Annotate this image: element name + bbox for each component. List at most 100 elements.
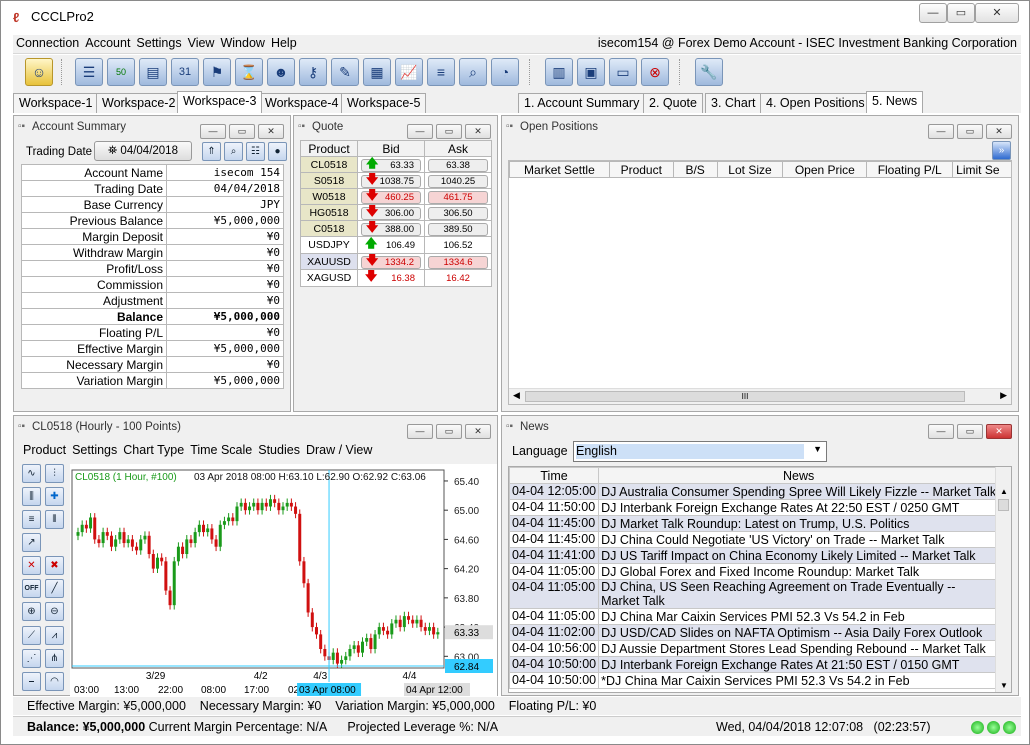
tab-open-positions[interactable]: 4. Open Positions — [760, 93, 871, 113]
panel-minimize-button[interactable]: — — [407, 424, 433, 439]
maximize-button[interactable]: ▭ — [947, 3, 975, 23]
close-window-icon[interactable]: ⊗ — [641, 58, 669, 86]
signal-icon[interactable]: ◔ — [491, 58, 519, 86]
col-news[interactable]: News — [598, 467, 1000, 484]
quote-row[interactable]: W0518 🡇 460.25 461.75 — [300, 188, 492, 205]
panel-minimize-button[interactable]: — — [200, 124, 226, 139]
news-row[interactable]: 04-04 11:05:00 DJ China Mar Caixin Servic… — [509, 608, 1000, 625]
collapse-icon[interactable]: ⇑ — [202, 142, 221, 161]
ask-button[interactable]: 106.52 — [428, 240, 488, 253]
calendar-icon[interactable]: 31 — [171, 58, 199, 86]
flag-icon[interactable]: ⚑ — [203, 58, 231, 86]
col-lot-size[interactable]: Lot Size — [716, 161, 784, 178]
menu-settings[interactable]: Settings — [133, 35, 184, 52]
layout-icon[interactable]: ▥ — [545, 58, 573, 86]
scroll-thumb[interactable] — [998, 499, 1009, 511]
bid-button[interactable]: 🡅 63.33 — [361, 158, 421, 172]
chart-menu-time-scale[interactable]: Time Scale — [187, 442, 255, 459]
ask-button[interactable]: 16.42 — [428, 273, 488, 286]
scroll-up-icon[interactable]: ▲ — [1000, 487, 1008, 496]
price-chart[interactable]: 65.4065.0064.6064.2063.8063.4063.0063.33… — [70, 464, 497, 696]
col-open-price[interactable]: Open Price — [782, 161, 868, 178]
window-icon[interactable]: ▭ — [609, 58, 637, 86]
bid-button[interactable]: 🡅 106.49 — [361, 238, 421, 253]
tab-workspace-1[interactable]: Workspace-1 — [13, 93, 99, 113]
quote-row[interactable]: CL0518 🡅 63.33 63.38 — [300, 156, 492, 173]
chart-menu-product[interactable]: Product — [20, 442, 69, 459]
draw-line-icon[interactable]: ╱ — [45, 579, 64, 598]
bid-button[interactable]: 🡇 1334.2 — [361, 255, 421, 269]
ask-button[interactable]: 1040.25 — [428, 175, 488, 188]
settings-icon[interactable]: 🔧 — [695, 58, 723, 86]
tab-news[interactable]: 5. News — [866, 91, 924, 113]
panel-close-button[interactable]: ✕ — [986, 424, 1012, 439]
chart-menu-draw-view[interactable]: Draw / View — [303, 442, 375, 459]
news-row[interactable]: 04-04 12:05:00 DJ Australia Consumer Spen… — [509, 483, 1000, 500]
quote-row[interactable]: S0518 🡇 1038.75 1040.25 — [300, 172, 492, 189]
col-limit-settle[interactable]: Limit Se — [952, 161, 1011, 178]
quote-row[interactable]: XAGUSD 🡇 16.38 16.42 — [300, 269, 492, 287]
zoom-in-icon[interactable]: ⊕ — [22, 602, 41, 621]
quote-board-icon[interactable]: 50 — [107, 58, 135, 86]
col-time[interactable]: Time — [509, 467, 600, 484]
news-row[interactable]: 04-04 10:50:00 DJ Interbank Foreign Excha… — [509, 656, 1000, 673]
panel-minimize-button[interactable]: — — [928, 424, 954, 439]
search-icon[interactable]: ⌕ — [224, 142, 243, 161]
close-button[interactable]: ✕ — [975, 3, 1019, 23]
pin-icon[interactable]: ▫▪ — [18, 116, 25, 138]
zoom-out-icon[interactable]: ⊖ — [45, 602, 64, 621]
news-row[interactable]: 04-04 11:41:00 DJ US Tariff Impact on Chi… — [509, 547, 1000, 564]
panel-restore-button[interactable]: ▭ — [957, 124, 983, 139]
vertical-scrollbar[interactable]: ▲ ▼ — [995, 467, 1011, 692]
col-ask[interactable]: Ask — [424, 140, 492, 157]
bid-button[interactable]: 🡇 306.00 — [361, 206, 421, 220]
save-layout-icon[interactable]: ▣ — [577, 58, 605, 86]
bid-button[interactable]: 🡇 388.00 — [361, 222, 421, 236]
fib-icon[interactable]: ⋰ — [22, 649, 41, 668]
panel-close-button[interactable]: ✕ — [465, 424, 491, 439]
menu-view[interactable]: View — [185, 35, 218, 52]
menu-help[interactable]: Help — [268, 35, 300, 52]
document-icon[interactable]: ≡ — [427, 58, 455, 86]
col-product[interactable]: Product — [608, 161, 674, 178]
tab-chart[interactable]: 3. Chart — [705, 93, 762, 113]
panel-restore-button[interactable]: ▭ — [957, 424, 983, 439]
chart-menu-chart-type[interactable]: Chart Type — [120, 442, 187, 459]
bid-button[interactable]: 🡇 1038.75 — [361, 174, 421, 188]
scroll-left-icon[interactable]: ◀ — [513, 390, 520, 401]
grid-h-icon[interactable]: ≡ — [22, 510, 41, 529]
offset-icon[interactable]: OFF — [22, 579, 41, 598]
quote-row[interactable]: HG0518 🡇 306.00 306.50 — [300, 204, 492, 221]
ruler-icon[interactable]: ⎯ — [22, 672, 41, 691]
col-product[interactable]: Product — [300, 140, 358, 157]
trading-date-button[interactable]: ⛯ 04/04/2018 — [94, 141, 192, 161]
horizontal-scrollbar[interactable]: ◀ III ▶ — [509, 388, 1011, 404]
group-icon[interactable]: ☷ — [246, 142, 265, 161]
ask-button[interactable]: 389.50 — [428, 223, 488, 236]
trendline-icon[interactable]: ⟋ — [22, 626, 41, 645]
chart-icon[interactable]: 📈 — [395, 58, 423, 86]
pin-icon[interactable]: ▫▪ — [298, 116, 305, 138]
col-market-settle[interactable]: Market Settle — [509, 161, 610, 178]
panel-close-button[interactable]: ✕ — [258, 124, 284, 139]
news-row[interactable]: 04-04 10:50:00 *DJ China Mar Caixin Servi… — [509, 672, 1000, 689]
tab-workspace-3[interactable]: Workspace-3 — [177, 91, 263, 113]
ask-button[interactable]: 461.75 — [428, 191, 488, 204]
news-row[interactable]: 04-04 11:02:00 DJ USD/CAD Slides on NAFTA… — [509, 624, 1000, 641]
panel-minimize-button[interactable]: — — [407, 124, 433, 139]
grid-v-icon[interactable]: ⦀ — [45, 510, 64, 529]
scroll-thumb[interactable]: III — [525, 391, 965, 402]
ask-button[interactable]: 1334.6 — [428, 256, 488, 269]
tab-workspace-4[interactable]: Workspace-4 — [259, 93, 345, 113]
calculator-icon[interactable]: ▦ — [363, 58, 391, 86]
user-card-icon[interactable]: ☻ — [267, 58, 295, 86]
bid-button[interactable]: 🡇 460.25 — [361, 190, 421, 204]
delete-all-icon[interactable]: ✖ — [45, 556, 64, 575]
col-floating-pl[interactable]: Floating P/L — [866, 161, 954, 178]
scroll-down-icon[interactable]: ▼ — [1000, 681, 1008, 690]
quote-row[interactable]: USDJPY 🡅 106.49 106.52 — [300, 236, 492, 254]
quote-row[interactable]: C0518 🡇 388.00 389.50 — [300, 220, 492, 237]
chart-menu-settings[interactable]: Settings — [69, 442, 120, 459]
panel-close-button[interactable]: ✕ — [465, 124, 491, 139]
hourglass-icon[interactable]: ⌛ — [235, 58, 263, 86]
